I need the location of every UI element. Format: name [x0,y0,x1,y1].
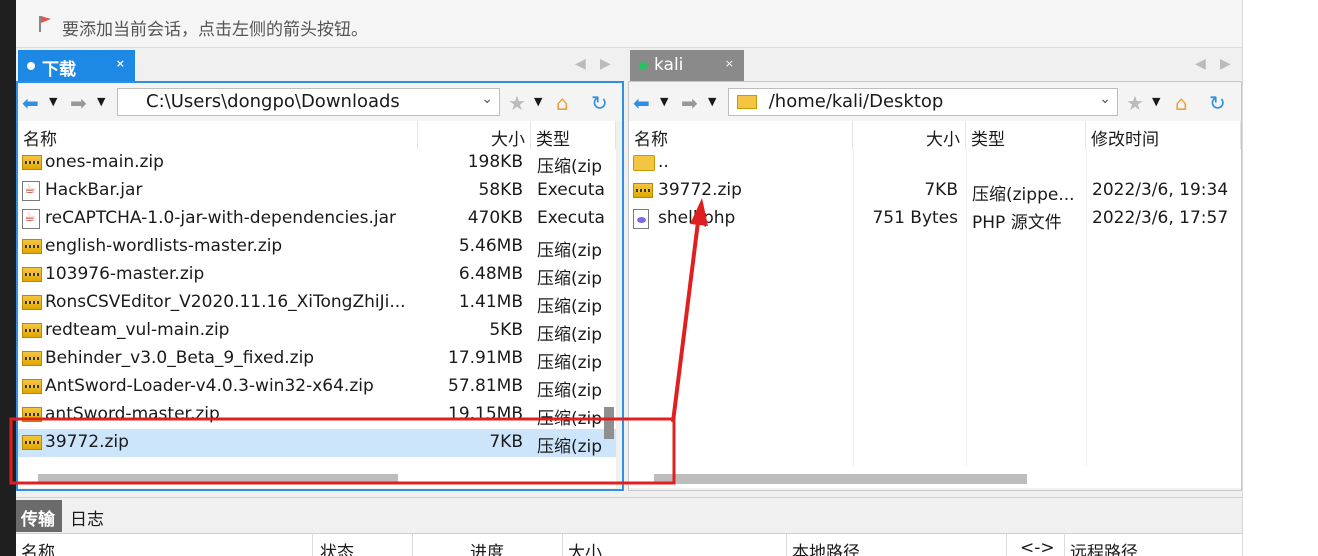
annotation-highlight-box [9,417,676,485]
annotation-arrow-line [671,213,701,423]
annotation-arrow-head [690,198,708,226]
annotation-overlay [9,198,708,485]
